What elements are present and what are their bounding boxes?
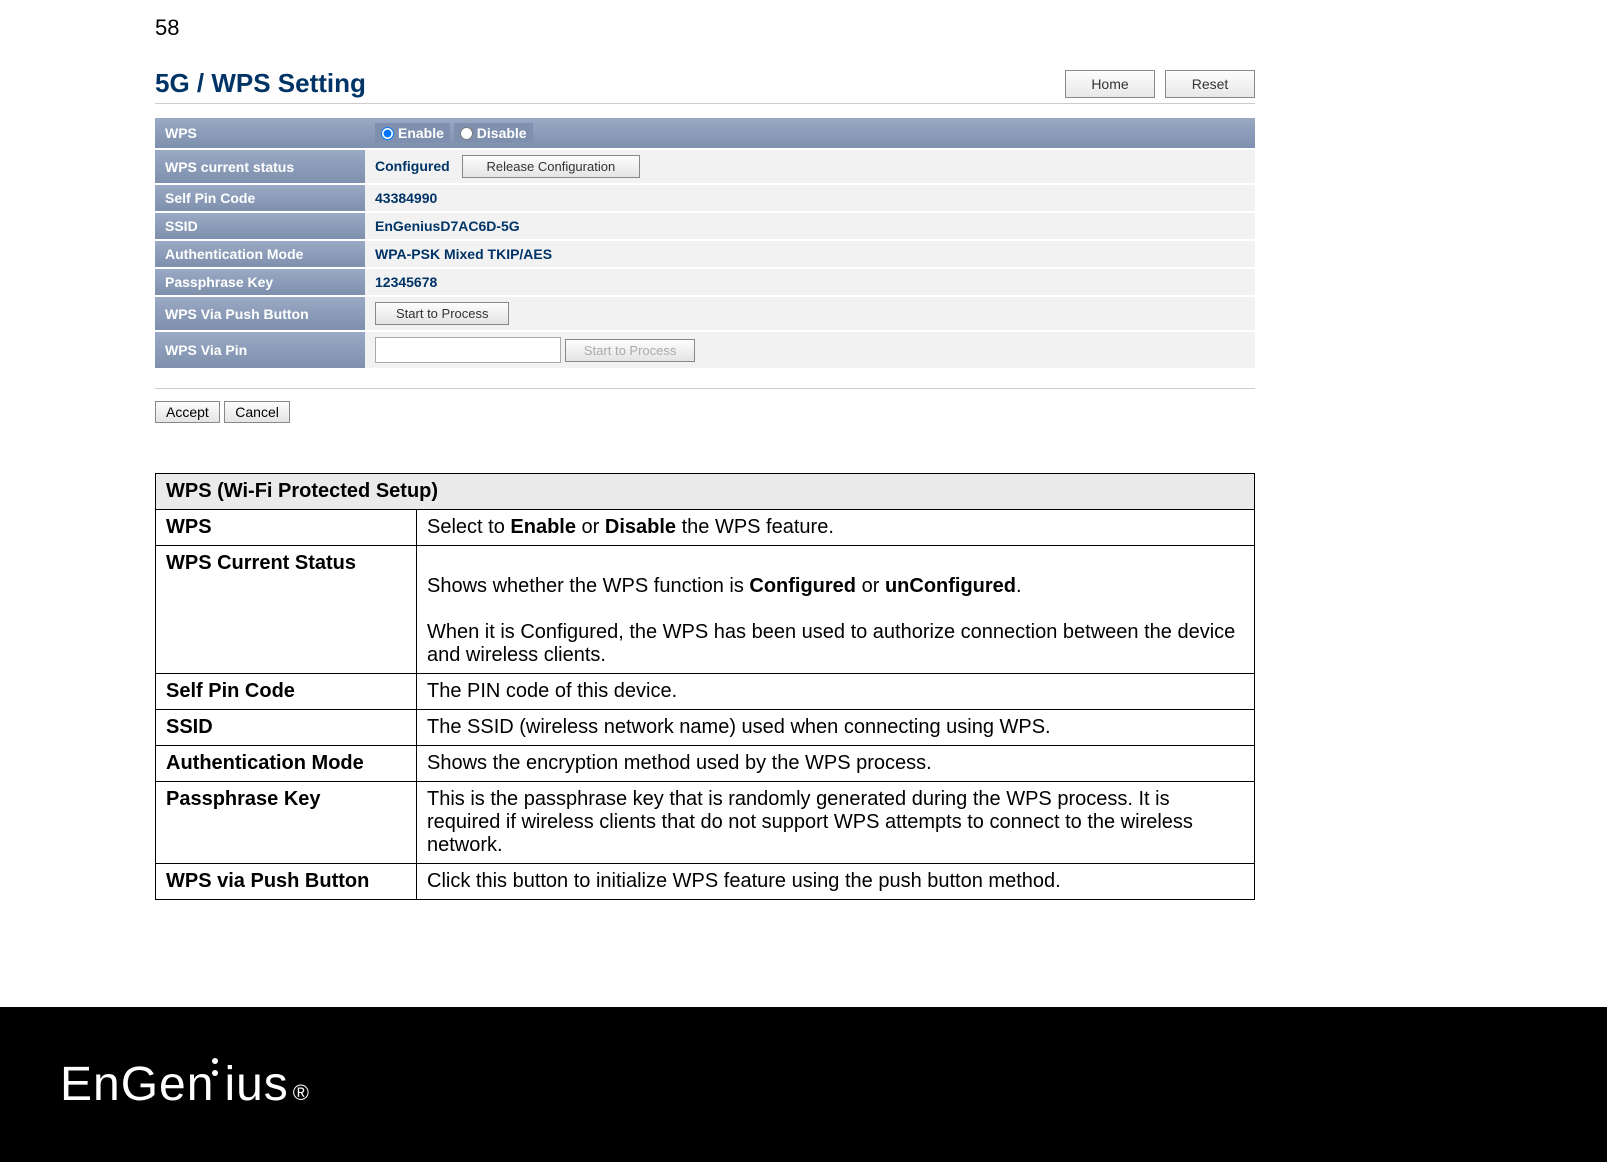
start-process-push-button[interactable]: Start to Process — [375, 302, 509, 325]
release-configuration-button[interactable]: Release Configuration — [462, 155, 641, 178]
text-bold: unConfigured — [885, 575, 1016, 597]
ssid-value: EnGeniusD7AC6D-5G — [365, 213, 1255, 239]
doc-term: Self Pin Code — [156, 674, 417, 710]
self-pin-label: Self Pin Code — [155, 185, 365, 211]
divider — [155, 103, 1255, 104]
current-status-label: WPS current status — [155, 150, 365, 183]
wps-disable-radio[interactable] — [460, 127, 473, 140]
wps-enable-label: Enable — [398, 125, 444, 141]
main-content: 5G / WPS Setting Home Reset WPS Enable D… — [155, 60, 1255, 900]
divider — [155, 388, 1255, 389]
doc-desc: Shows whether the WPS function is Config… — [417, 546, 1255, 674]
doc-term: WPS via Push Button — [156, 864, 417, 900]
bottom-bar: EnGenius® — [0, 1007, 1607, 1162]
wps-disable-label: Disable — [477, 125, 527, 141]
doc-term: WPS — [156, 510, 417, 546]
logo-text-1: EnGen — [60, 1057, 214, 1112]
row-push-button: WPS Via Push Button Start to Process — [155, 297, 1255, 330]
doc-desc: The SSID (wireless network name) used wh… — [417, 710, 1255, 746]
wps-label: WPS — [155, 118, 365, 148]
doc-row-ssid: SSID The SSID (wireless network name) us… — [156, 710, 1255, 746]
doc-desc: Select to Enable or Disable the WPS feat… — [417, 510, 1255, 546]
doc-desc: This is the passphrase key that is rando… — [417, 782, 1255, 864]
wps-disable-option[interactable]: Disable — [454, 123, 533, 143]
text: the WPS feature. — [676, 516, 834, 538]
text-bold: Enable — [510, 516, 576, 538]
doc-term: WPS Current Status — [156, 546, 417, 674]
doc-desc: Click this button to initialize WPS feat… — [417, 864, 1255, 900]
start-process-pin-button[interactable]: Start to Process — [565, 339, 695, 362]
cancel-button[interactable]: Cancel — [224, 401, 290, 423]
doc-row-status: WPS Current Status Shows whether the WPS… — [156, 546, 1255, 674]
pin-input[interactable] — [375, 337, 561, 363]
panel-title: 5G / WPS Setting — [155, 68, 366, 99]
panel-header: 5G / WPS Setting Home Reset — [155, 60, 1255, 103]
text: Select to — [427, 516, 510, 538]
text: or — [576, 516, 605, 538]
row-self-pin: Self Pin Code 43384990 — [155, 185, 1255, 211]
settings-table: WPS Enable Disable WPS current status Co… — [155, 116, 1255, 370]
self-pin-value: 43384990 — [365, 185, 1255, 211]
doc-term: Authentication Mode — [156, 746, 417, 782]
wps-value-cell: Enable Disable — [365, 118, 1255, 148]
current-status-value-cell: Configured Release Configuration — [365, 150, 1255, 183]
auth-mode-value: WPA-PSK Mixed TKIP/AES — [365, 241, 1255, 267]
top-buttons: Home Reset — [1065, 70, 1255, 98]
engenius-logo: EnGenius® — [60, 1057, 310, 1112]
row-current-status: WPS current status Configured Release Co… — [155, 150, 1255, 183]
passphrase-value: 12345678 — [365, 269, 1255, 295]
accept-button[interactable]: Accept — [155, 401, 220, 423]
pin-cell: Start to Process — [365, 332, 1255, 368]
doc-header-row: WPS (Wi-Fi Protected Setup) — [156, 474, 1255, 510]
text-bold: Configured — [749, 575, 856, 597]
row-pin: WPS Via Pin Start to Process — [155, 332, 1255, 368]
push-button-label: WPS Via Push Button — [155, 297, 365, 330]
auth-mode-label: Authentication Mode — [155, 241, 365, 267]
current-status-value: Configured — [375, 158, 450, 174]
reset-button[interactable]: Reset — [1165, 70, 1255, 98]
row-passphrase: Passphrase Key 12345678 — [155, 269, 1255, 295]
text: or — [856, 575, 885, 597]
doc-row-pass: Passphrase Key This is the passphrase ke… — [156, 782, 1255, 864]
row-auth: Authentication Mode WPA-PSK Mixed TKIP/A… — [155, 241, 1255, 267]
doc-term: SSID — [156, 710, 417, 746]
passphrase-label: Passphrase Key — [155, 269, 365, 295]
doc-header: WPS (Wi-Fi Protected Setup) — [156, 474, 1255, 510]
row-wps: WPS Enable Disable — [155, 118, 1255, 148]
doc-desc: The PIN code of this device. — [417, 674, 1255, 710]
registered-icon: ® — [293, 1080, 310, 1106]
doc-row-selfpin: Self Pin Code The PIN code of this devic… — [156, 674, 1255, 710]
footer-buttons: Accept Cancel — [155, 401, 1255, 423]
doc-row-push: WPS via Push Button Click this button to… — [156, 864, 1255, 900]
home-button[interactable]: Home — [1065, 70, 1155, 98]
row-ssid: SSID EnGeniusD7AC6D-5G — [155, 213, 1255, 239]
doc-row-auth: Authentication Mode Shows the encryption… — [156, 746, 1255, 782]
doc-row-wps: WPS Select to Enable or Disable the WPS … — [156, 510, 1255, 546]
doc-desc: Shows the encryption method used by the … — [417, 746, 1255, 782]
wps-enable-radio[interactable] — [381, 127, 394, 140]
ssid-label: SSID — [155, 213, 365, 239]
logo-text-2: ius — [224, 1057, 288, 1112]
page-number: 58 — [155, 15, 179, 41]
doc-term: Passphrase Key — [156, 782, 417, 864]
push-button-cell: Start to Process — [365, 297, 1255, 330]
wps-enable-option[interactable]: Enable — [375, 123, 450, 143]
text-bold: Disable — [605, 516, 676, 538]
pin-label: WPS Via Pin — [155, 332, 365, 368]
doc-table: WPS (Wi-Fi Protected Setup) WPS Select t… — [155, 473, 1255, 900]
text: Shows whether the WPS function is — [427, 575, 749, 597]
